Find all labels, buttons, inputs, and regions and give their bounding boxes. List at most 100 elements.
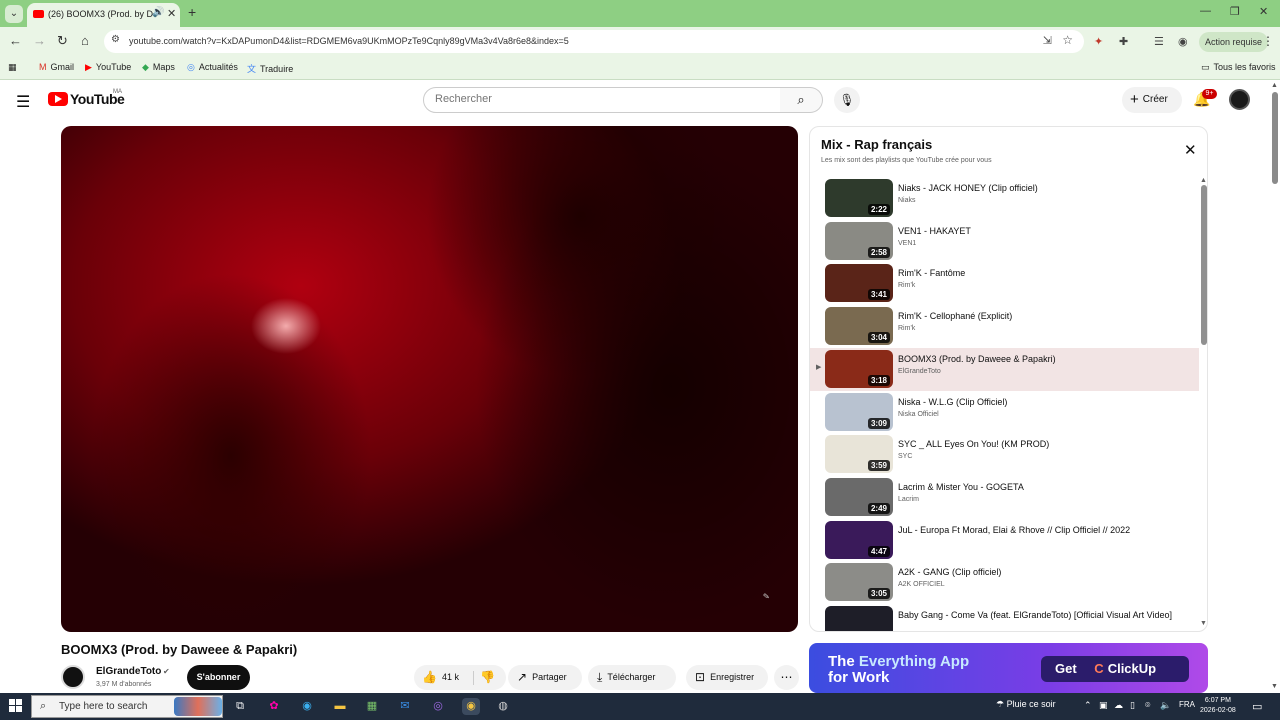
network-icon[interactable]: ⌾ [1145,700,1150,711]
site-info-icon[interactable]: ⚙ [111,34,120,45]
video-thumbnail[interactable] [825,606,893,631]
sponsored-ad-banner[interactable]: The Everything App for Work Get C ClickUp [809,643,1208,693]
more-actions-button[interactable]: ⋯ [774,665,799,690]
close-window-icon[interactable]: ✕ [1259,5,1268,18]
playlist-item-title[interactable]: BOOMX3 (Prod. by Daweee & Papakri) [898,353,1178,365]
weather-widget[interactable]: ☂ Pluie ce soir [996,699,1056,710]
playlist-item[interactable]: 3:09 Niska - W.L.G (Clip Officiel) Niska O… [810,391,1199,434]
playlist-item[interactable]: Baby Gang - Come Va (feat. ElGrandeToto)… [810,604,1199,631]
battery-icon[interactable]: ▯ [1130,700,1135,711]
playlist-item[interactable]: 3:59 SYC _ ALL Eyes On You! (KM PROD) SYC [810,433,1199,476]
playlist-item[interactable]: 3:05 A2K - GANG (Clip officiel) A2K OFFICI… [810,561,1199,604]
windows-start-icon[interactable] [9,699,22,712]
home-icon[interactable]: ⌂ [81,33,89,48]
edge-icon[interactable]: ◉ [298,698,316,715]
speaker-icon[interactable]: 🔊 [152,7,164,18]
playlist-item[interactable]: 3:04 Rim'K - Cellophané (Explicit) Rim'k [810,305,1199,348]
reload-icon[interactable]: ↻ [57,33,68,49]
account-avatar[interactable] [1229,89,1250,110]
browser-tab-active[interactable]: (26) BOOMX3 (Prod. by Da 🔊 ✕ [27,3,180,27]
playlist-item-title[interactable]: A2K - GANG (Clip officiel) [898,566,1178,578]
browser-menu-icon[interactable]: ⋮ [1262,34,1274,48]
ad-cta-button[interactable]: Get C ClickUp [1041,656,1189,682]
page-scrollbar[interactable] [1272,92,1278,184]
playlist-item-title[interactable]: VEN1 - HAKAYET [898,225,1178,237]
close-icon[interactable]: ✕ [1184,141,1197,159]
menu-icon[interactable]: ☰ [16,92,30,112]
download-button[interactable]: ⤓ Télécharger [588,665,676,690]
playlist-scrollbar[interactable] [1201,185,1207,345]
dislike-button[interactable]: 👎 [480,665,495,690]
playlist-item[interactable]: 3:41 Rim'K - Fantôme Rim'k [810,262,1199,305]
apps-grid-icon[interactable]: ▦ [8,62,17,73]
chrome-icon[interactable]: ◉ [462,698,480,715]
video-thumbnail[interactable]: 2:49 [825,477,893,516]
reading-list-icon[interactable]: ☰ [1154,35,1164,48]
extension-fox-icon[interactable]: ✦ [1094,35,1103,48]
taskbar-clock[interactable]: 6:07 PM 2026-02-08 [1200,696,1236,716]
video-thumbnail[interactable]: 3:59 [825,435,893,474]
save-button[interactable]: ⊡ Enregistrer [686,665,768,690]
cloud-icon[interactable]: ☁ [1114,700,1123,711]
playlist-title[interactable]: Mix - Rap français [821,137,932,152]
maximize-icon[interactable]: ❐ [1230,5,1240,18]
video-player[interactable] [61,126,798,632]
file-explorer-icon[interactable]: ▬ [331,698,349,715]
playlist-item-title[interactable]: Lacrim & Mister You - GOGETA [898,481,1178,493]
tab-search-button[interactable]: ⌄ [5,5,23,23]
page-scroll-down-icon[interactable]: ▼ [1271,683,1278,690]
search-button[interactable]: ⌕ [780,87,823,113]
video-thumbnail[interactable]: 2:22 [825,179,893,217]
playlist-item[interactable]: 4:47 JuL - Europa Ft Morad, Elai & Rhove … [810,519,1199,562]
playlist-item-title[interactable]: Rim'K - Cellophané (Explicit) [898,310,1178,322]
video-thumbnail[interactable]: 2:58 [825,221,893,260]
all-bookmarks[interactable]: ▭ Tous les favoris [1201,62,1276,73]
create-button[interactable]: + Créer [1122,87,1182,113]
taskbar-search[interactable]: ⌕ Type here to search [31,695,223,718]
playlist-item[interactable]: 2:58 VEN1 - HAKAYET VEN1 [810,220,1199,263]
channel-name[interactable]: ElGrandeToto [96,666,161,677]
subscribe-button[interactable]: S'abonner [187,665,250,690]
video-thumbnail[interactable]: 3:18 [825,349,893,388]
store-icon[interactable]: ▦ [363,698,381,715]
url-text[interactable]: youtube.com/watch?v=KxDAPumonD4&list=RDG… [129,36,569,46]
search-box[interactable] [423,87,781,113]
playlist-item-title[interactable]: Niaks - JACK HONEY (Clip officiel) [898,182,1178,194]
profile-icon[interactable]: ◉ [1178,35,1188,48]
address-bar[interactable]: ⚙ youtube.com/watch?v=KxDAPumonD4&list=R… [104,30,1084,53]
scroll-up-icon[interactable]: ▲ [1200,177,1207,184]
channel-avatar[interactable] [61,665,85,689]
tab-close-icon[interactable]: ✕ [167,7,176,20]
share-button[interactable]: ↗ Partager [508,665,582,690]
copilot-icon[interactable]: ✿ [265,698,283,715]
video-thumbnail[interactable]: 4:47 [825,520,893,559]
like-button[interactable]: 👍 41 k [422,670,459,684]
chrome-profile-icon[interactable]: ◍ [494,698,512,715]
bookmark-star-icon[interactable]: ☆ [1062,33,1073,47]
back-icon[interactable]: ← [9,33,22,48]
playlist-item-title[interactable]: Rim'K - Fantôme [898,267,1178,279]
video-thumbnail[interactable]: 3:09 [825,392,893,431]
playlist-item-title[interactable]: Niska - W.L.G (Clip Officiel) [898,396,1178,408]
playlist-item-title[interactable]: JuL - Europa Ft Morad, Elai & Rhove // C… [898,524,1178,536]
notification-center-icon[interactable]: ▭ [1252,700,1262,713]
bookmark-translate[interactable]: 文 Traduire [247,62,293,75]
bookmark-youtube[interactable]: ▶ YouTube [85,62,131,73]
playlist-item[interactable]: ▶ 3:18 BOOMX3 (Prod. by Daweee & Papakri) E… [810,347,1199,391]
bookmark-maps[interactable]: ◆ Maps [142,62,175,73]
volume-icon[interactable]: 🔈 [1160,700,1171,711]
playlist-item[interactable]: 2:22 Niaks - JACK HONEY (Clip officiel) Ni… [810,177,1199,220]
playlist-item-title[interactable]: Baby Gang - Come Va (feat. ElGrandeToto)… [898,609,1178,621]
video-thumbnail[interactable]: 3:41 [825,264,893,303]
install-app-icon[interactable]: ⇲ [1043,34,1052,47]
minimize-icon[interactable]: — [1200,5,1211,17]
playlist-item[interactable]: 2:49 Lacrim & Mister You - GOGETA Lacrim [810,476,1199,519]
tray-app-icon[interactable]: ▣ [1099,700,1108,711]
app-icon[interactable]: ◎ [429,698,447,715]
new-tab-button[interactable]: + [188,4,196,20]
page-scroll-up-icon[interactable]: ▲ [1271,82,1278,89]
playlist-item-title[interactable]: SYC _ ALL Eyes On You! (KM PROD) [898,438,1178,450]
input-language[interactable]: FRA [1179,700,1195,709]
bookmark-news[interactable]: ◎ Actualités [187,62,238,73]
forward-icon[interactable]: → [33,33,46,48]
